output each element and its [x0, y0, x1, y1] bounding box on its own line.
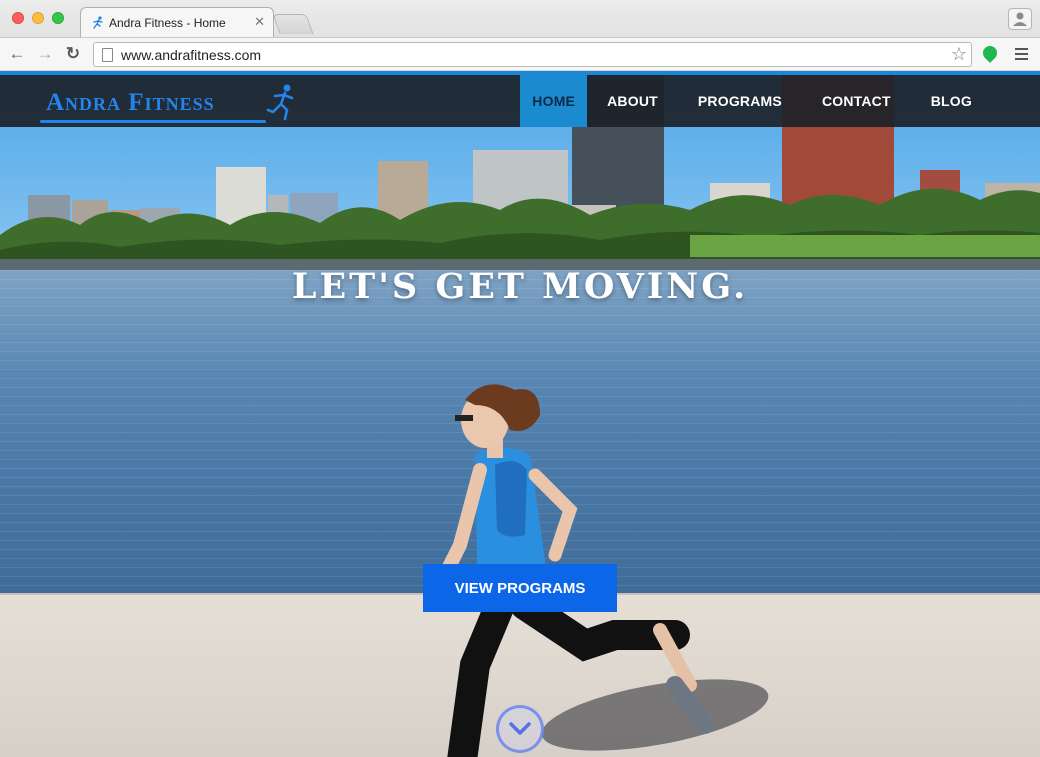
tab-title: Andra Fitness - Home: [109, 16, 226, 30]
nav-blog[interactable]: BLOG: [911, 75, 992, 127]
star-icon[interactable]: ☆: [951, 44, 967, 64]
hero-headline: LET'S GET MOVING.: [291, 266, 749, 307]
logo-text: Andra Fitness: [46, 89, 215, 116]
maximize-window-button[interactable]: [52, 12, 64, 24]
back-arrow-icon[interactable]: ←: [7, 44, 27, 64]
nav-contact[interactable]: CONTACT: [802, 75, 911, 127]
browser-tab[interactable]: Andra Fitness - Home ✕: [80, 7, 274, 37]
scroll-down-button[interactable]: [496, 705, 544, 753]
new-tab-button[interactable]: [272, 14, 314, 34]
extension-icon[interactable]: [980, 43, 1000, 63]
browser-chrome: Andra Fitness - Home ✕ ← → ↻ www.andrafi…: [0, 0, 1040, 70]
nav-programs[interactable]: PROGRAMS: [678, 75, 802, 127]
profile-button[interactable]: [1008, 8, 1032, 30]
runner-favicon-icon: [93, 16, 103, 29]
site-navbar: Andra Fitness HOME ABOUT PROGRAMS CONTAC…: [0, 75, 1040, 127]
tab-close-icon[interactable]: ✕: [254, 14, 265, 30]
address-bar[interactable]: www.andrafitness.com ☆: [93, 42, 972, 67]
close-window-button[interactable]: [12, 12, 24, 24]
view-programs-button[interactable]: VIEW PROGRAMS: [423, 564, 617, 612]
runner-image: [423, 384, 714, 757]
menu-icon[interactable]: [1015, 48, 1028, 60]
logo-underline: [40, 120, 266, 123]
main-menu: HOME ABOUT PROGRAMS CONTACT BLOG: [520, 75, 992, 127]
runner-logo-icon: [266, 84, 294, 121]
nav-about[interactable]: ABOUT: [587, 75, 678, 127]
forward-arrow-icon[interactable]: →: [35, 44, 55, 64]
page-viewport: Andra Fitness HOME ABOUT PROGRAMS CONTAC…: [0, 71, 1040, 757]
url-text[interactable]: www.andrafitness.com: [121, 47, 261, 63]
page-icon: [102, 48, 113, 62]
browser-toolbar: ← → ↻ www.andrafitness.com ☆: [0, 37, 1040, 70]
user-icon: [1013, 12, 1027, 26]
reload-icon[interactable]: ↻: [63, 44, 83, 64]
chevron-down-icon: [509, 722, 531, 735]
minimize-window-button[interactable]: [32, 12, 44, 24]
nav-home[interactable]: HOME: [520, 75, 588, 127]
hero-section: [0, 75, 1040, 757]
